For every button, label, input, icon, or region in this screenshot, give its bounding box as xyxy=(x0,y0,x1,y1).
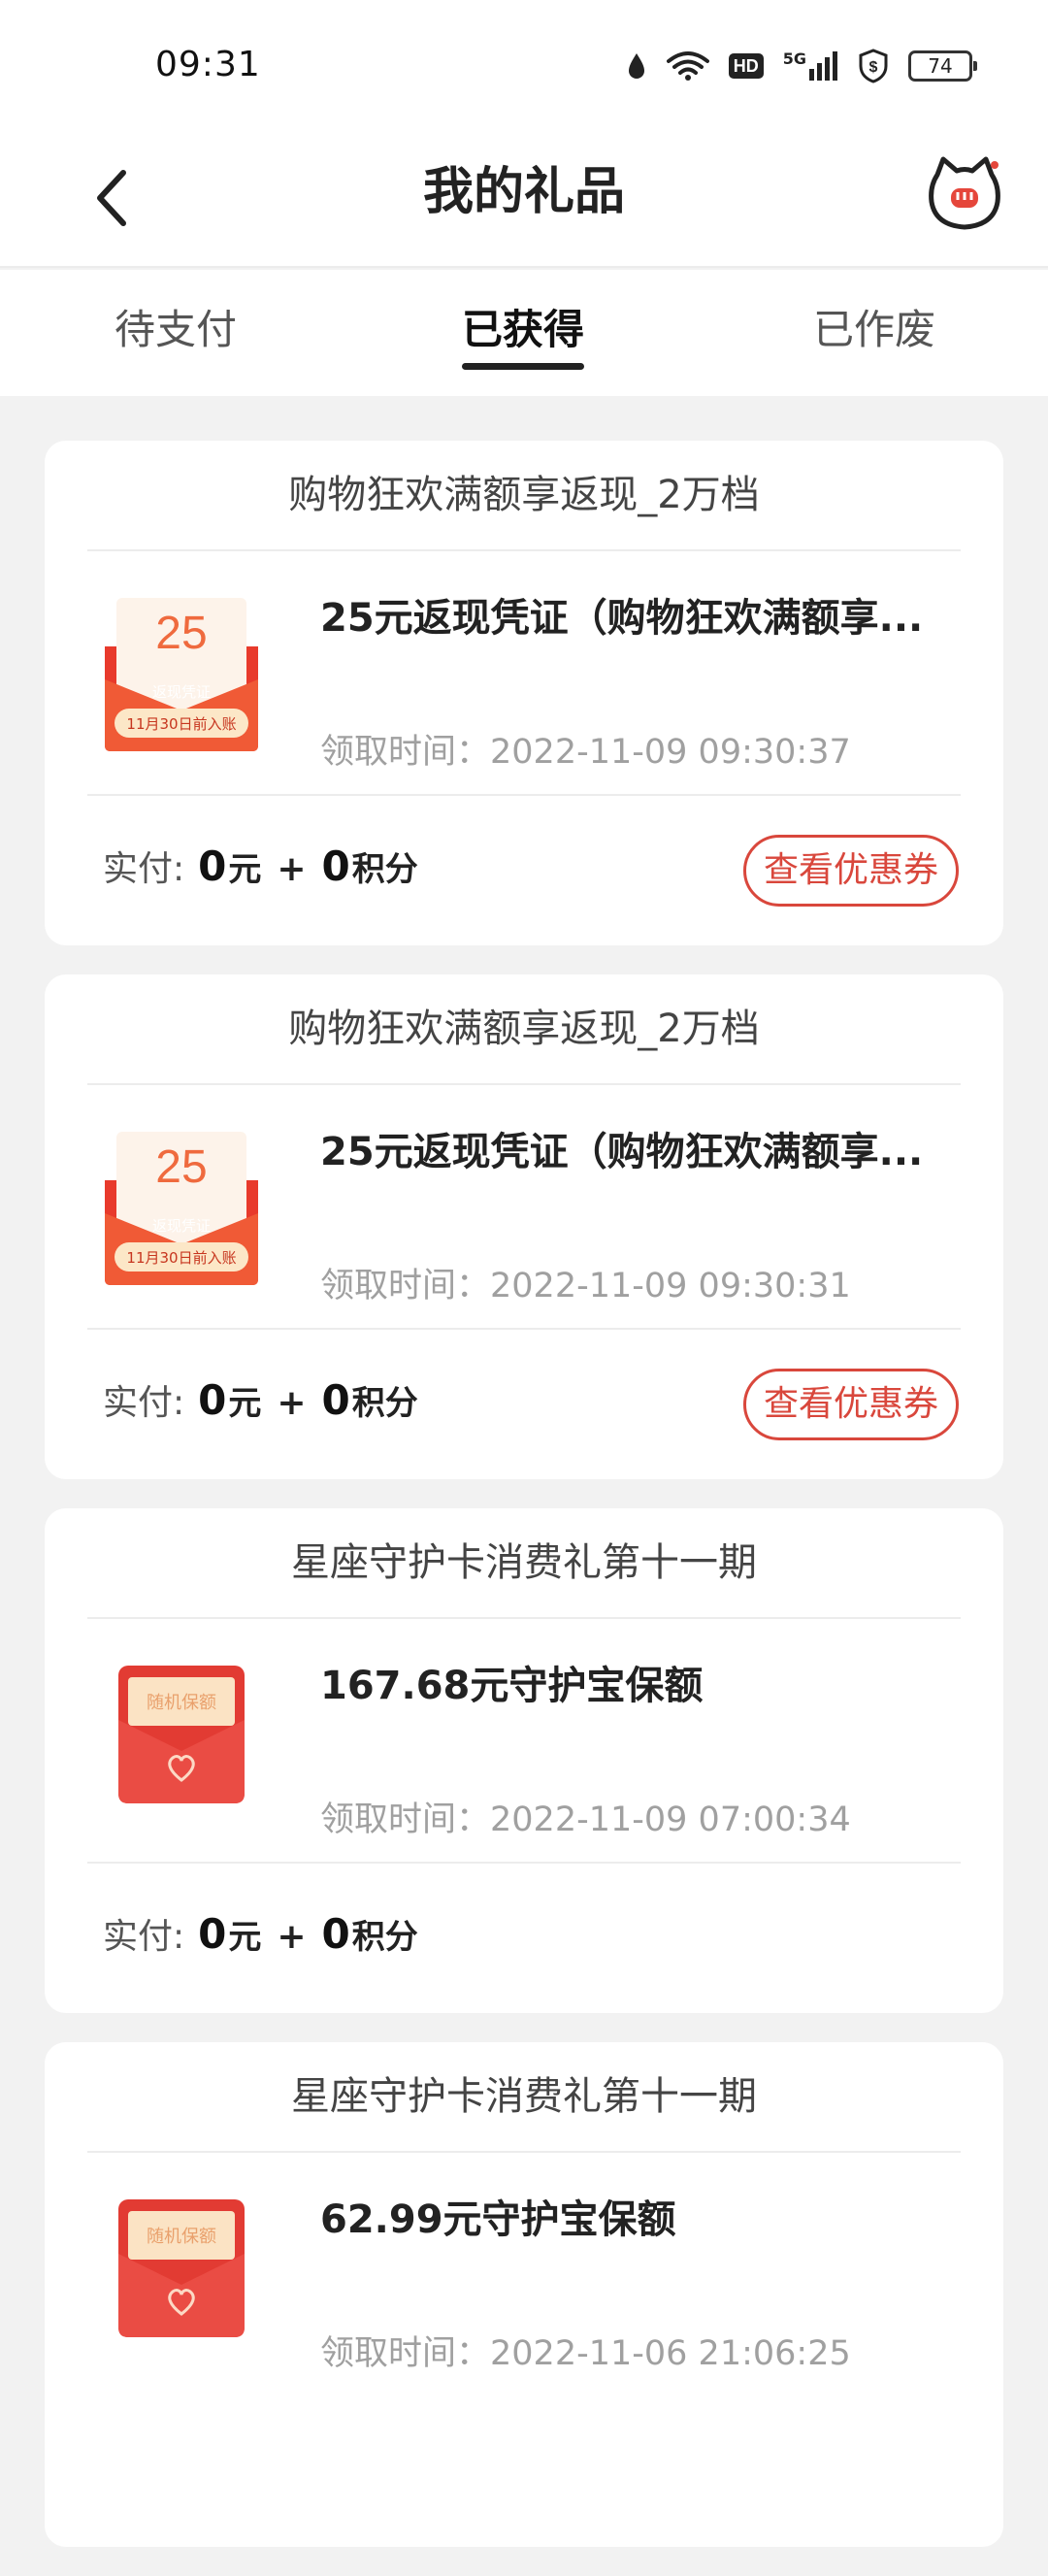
receive-time-label: 领取时间： xyxy=(320,733,491,772)
gift-card-body[interactable]: 25 返现凭证 11月30日前入账 25元返现凭证（购物狂欢满额享... 领取时… xyxy=(45,1085,1003,1328)
cashback-voucher-icon: 25 返现凭证 11月30日前入账 xyxy=(105,1132,258,1285)
wifi-icon xyxy=(666,50,709,82)
gift-card-body[interactable]: 随机保额 62.99元守护宝保额 领取时间：2022-11-06 21:06:2… xyxy=(45,2153,1003,2395)
gift-card: 星座守护卡消费礼第十一期 随机保额 62.99元守护宝保额 领取时间：2022-… xyxy=(45,2042,1003,2547)
voucher-note: 11月30日前入账 xyxy=(126,715,236,733)
active-tab-indicator xyxy=(462,363,584,370)
receive-time-value: 2022-11-09 09:30:31 xyxy=(490,1267,851,1305)
status-time: 09:31 xyxy=(155,45,261,84)
hd-icon: HD xyxy=(728,53,764,79)
insurance-envelope-icon: 随机保额 xyxy=(118,1666,245,1803)
view-coupon-button[interactable]: 查看优惠券 xyxy=(742,835,959,907)
cash-unit: 元 xyxy=(228,1918,262,1957)
points-amount: 0 xyxy=(321,842,350,890)
plus-sign: + xyxy=(277,1917,307,1957)
voucher-caption: 返现凭证 xyxy=(152,1217,211,1235)
actual-payment: 实付: 0 元 + 0 积分 xyxy=(103,841,418,891)
payment-label: 实付: xyxy=(103,849,185,889)
gift-card-body[interactable]: 25 返现凭证 11月30日前入账 25元返现凭证（购物狂欢满额享... 领取时… xyxy=(45,551,1003,794)
gift-card: 购物狂欢满额享返现_2万档 25 返现凭证 11月30日前入账 25元返现凭证（… xyxy=(45,441,1003,945)
network-label: 5G xyxy=(782,50,806,68)
points-unit: 积分 xyxy=(351,1384,418,1423)
gift-list: 购物狂欢满额享返现_2万档 25 返现凭证 11月30日前入账 25元返现凭证（… xyxy=(45,441,1003,2576)
cash-unit: 元 xyxy=(228,1384,262,1423)
cash-amount: 0 xyxy=(198,1910,227,1958)
shield-icon: $ xyxy=(858,49,889,83)
battery-icon: 74 xyxy=(908,50,977,82)
gift-card-footer: 实付: 0 元 + 0 积分 查看优惠券 xyxy=(45,798,1003,943)
points-amount: 0 xyxy=(321,1376,350,1424)
cash-amount: 0 xyxy=(198,1376,227,1424)
gift-card: 星座守护卡消费礼第十一期 随机保额 167.68元守护宝保额 领取时间：2022… xyxy=(45,1508,1003,2013)
receive-time-value: 2022-11-09 07:00:34 xyxy=(490,1800,851,1839)
tab-obtained[interactable]: 已获得 xyxy=(462,303,584,357)
gift-receive-time: 领取时间：2022-11-09 07:00:34 xyxy=(320,1792,851,1841)
cashback-voucher-icon: 25 返现凭证 11月30日前入账 xyxy=(105,598,258,751)
gift-card-footer: 实付: 0 元 + 0 积分 xyxy=(45,1866,1003,2011)
gift-campaign-title: 购物狂欢满额享返现_2万档 xyxy=(288,1007,760,1051)
gift-item-name: 25元返现凭证（购物狂欢满额享... xyxy=(320,1130,924,1174)
gift-campaign-title: 星座守护卡消费礼第十一期 xyxy=(291,1540,757,1585)
gift-receive-time: 领取时间：2022-11-09 09:30:37 xyxy=(320,724,851,774)
plus-sign: + xyxy=(277,1383,307,1423)
status-bar: 09:31 HD 5G $ 74 xyxy=(0,0,1048,126)
voucher-amount: 25 xyxy=(155,1141,207,1193)
points-unit: 积分 xyxy=(351,850,418,889)
receive-time-value: 2022-11-06 21:06:25 xyxy=(490,2334,851,2373)
gift-campaign-title: 购物狂欢满额享返现_2万档 xyxy=(288,473,760,517)
tab-pending-payment[interactable]: 待支付 xyxy=(115,303,237,357)
voucher-caption: 返现凭证 xyxy=(152,683,211,701)
status-icons: HD 5G $ 74 xyxy=(626,45,977,87)
svg-text:$: $ xyxy=(869,59,878,76)
gift-tabs: 待支付 已获得 已作废 xyxy=(0,270,1048,396)
gift-item-name: 167.68元守护宝保额 xyxy=(320,1664,704,1708)
gift-item-name: 25元返现凭证（购物狂欢满额享... xyxy=(320,596,924,641)
water-drop-icon xyxy=(626,51,647,81)
page-header: 我的礼品 xyxy=(0,126,1048,268)
page-title: 我的礼品 xyxy=(422,163,625,221)
receive-time-label: 领取时间： xyxy=(320,1267,491,1305)
gift-card: 购物狂欢满额享返现_2万档 25 返现凭证 11月30日前入账 25元返现凭证（… xyxy=(45,974,1003,1479)
gift-receive-time: 领取时间：2022-11-06 21:06:25 xyxy=(320,2326,851,2375)
view-coupon-button[interactable]: 查看优惠券 xyxy=(742,1369,959,1440)
receive-time-label: 领取时间： xyxy=(320,1800,491,1839)
actual-payment: 实付: 0 元 + 0 积分 xyxy=(103,1374,418,1425)
gift-receive-time: 领取时间：2022-11-09 09:30:31 xyxy=(320,1258,851,1307)
divider xyxy=(87,1328,961,1330)
cash-unit: 元 xyxy=(228,850,262,889)
insurance-envelope-icon: 随机保额 xyxy=(118,2199,245,2337)
voucher-amount: 25 xyxy=(155,608,207,659)
actual-payment: 实付: 0 元 + 0 积分 xyxy=(103,1908,418,1959)
mascot-button[interactable] xyxy=(924,153,1005,235)
gift-item-name: 62.99元守护宝保额 xyxy=(320,2197,676,2242)
insurance-caption: 随机保额 xyxy=(147,1693,216,1713)
cat-mascot-icon xyxy=(929,156,1000,230)
receive-time-label: 领取时间： xyxy=(320,2334,491,2373)
cash-amount: 0 xyxy=(198,842,227,890)
payment-label: 实付: xyxy=(103,1917,185,1957)
battery-level: 74 xyxy=(928,54,953,78)
voucher-note: 11月30日前入账 xyxy=(126,1249,236,1267)
insurance-caption: 随机保额 xyxy=(147,2227,216,2247)
points-amount: 0 xyxy=(321,1910,350,1958)
divider xyxy=(87,794,961,796)
signal-5g-icon: 5G xyxy=(783,51,838,81)
plus-sign: + xyxy=(277,849,307,889)
payment-label: 实付: xyxy=(103,1383,185,1423)
gift-card-body[interactable]: 随机保额 167.68元守护宝保额 领取时间：2022-11-09 07:00:… xyxy=(45,1619,1003,1862)
tab-voided[interactable]: 已作废 xyxy=(813,303,935,357)
points-unit: 积分 xyxy=(351,1918,418,1957)
receive-time-value: 2022-11-09 09:30:37 xyxy=(490,733,851,772)
gift-card-footer: 实付: 0 元 + 0 积分 查看优惠券 xyxy=(45,1332,1003,1477)
divider xyxy=(87,1862,961,1864)
gift-campaign-title: 星座守护卡消费礼第十一期 xyxy=(291,2074,757,2119)
